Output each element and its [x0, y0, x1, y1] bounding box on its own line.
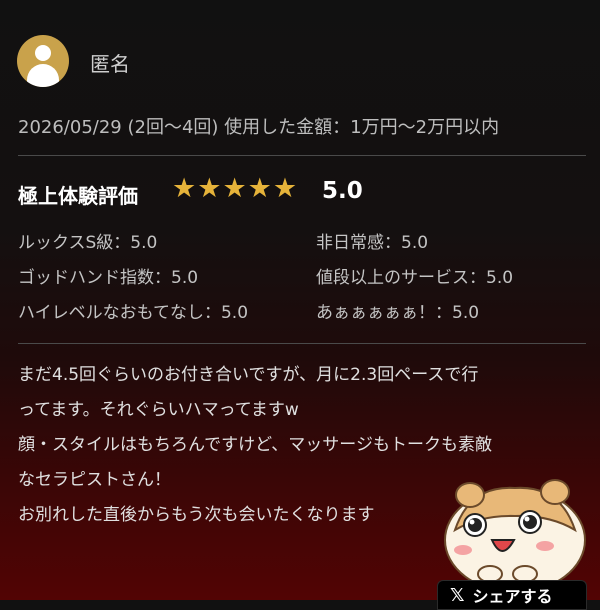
star-icon: ★: [272, 173, 298, 204]
star-icon: ★: [247, 173, 272, 204]
divider: [18, 155, 586, 156]
star-icon: ★: [197, 173, 222, 204]
share-label: シェアする: [472, 587, 553, 606]
sub-rating-extraordinary: 非日常感：5.0: [316, 233, 429, 253]
avatar: [17, 35, 69, 87]
star-icon: ★: [222, 173, 247, 204]
sub-rating-hospitality: ハイレベルなおもてなし：5.0: [18, 303, 249, 323]
reviewer-name: 匿名: [90, 52, 130, 76]
x-logo-icon: 𝕏: [450, 584, 465, 606]
review-date: 2026/05/29: [18, 117, 122, 138]
review-line: まだ4.5回ぐらいのお付き合いですが、月に2.3回ペースで行: [18, 365, 479, 385]
sub-rating-value: 値段以上のサービス：5.0: [316, 268, 514, 288]
star-rating: ★ ★ ★ ★ ★: [172, 174, 297, 204]
user-icon-head: [35, 45, 51, 61]
sub-rating-looks: ルックスS級：5.0: [18, 233, 158, 253]
review-meta: 2026/05/29 (2回〜4回) 使用した金額：1万円〜2万円以内: [18, 113, 499, 139]
sub-rating-godhand: ゴッドハンド指数：5.0: [18, 268, 199, 288]
review-line: ってます。それぐらいハマってますw: [18, 400, 299, 420]
rating-value: 5.0: [322, 178, 363, 204]
hamster-mascot-icon: [444, 479, 586, 585]
sub-rating-aaa: あぁぁぁぁぁ！：5.0: [316, 303, 480, 323]
amount-spent: 使用した金額：1万円〜2万円以内: [224, 117, 500, 138]
share-button[interactable]: 𝕏 シェアする: [437, 580, 587, 610]
user-icon-body: [27, 64, 59, 87]
divider: [18, 343, 586, 344]
rating-title: 極上体験評価: [18, 184, 138, 208]
review-line: 顔・スタイルはもちろんですけど、マッサージもトークも素敵: [18, 435, 492, 455]
visit-frequency: (2回〜4回): [127, 117, 219, 138]
star-icon: ★: [172, 173, 197, 204]
